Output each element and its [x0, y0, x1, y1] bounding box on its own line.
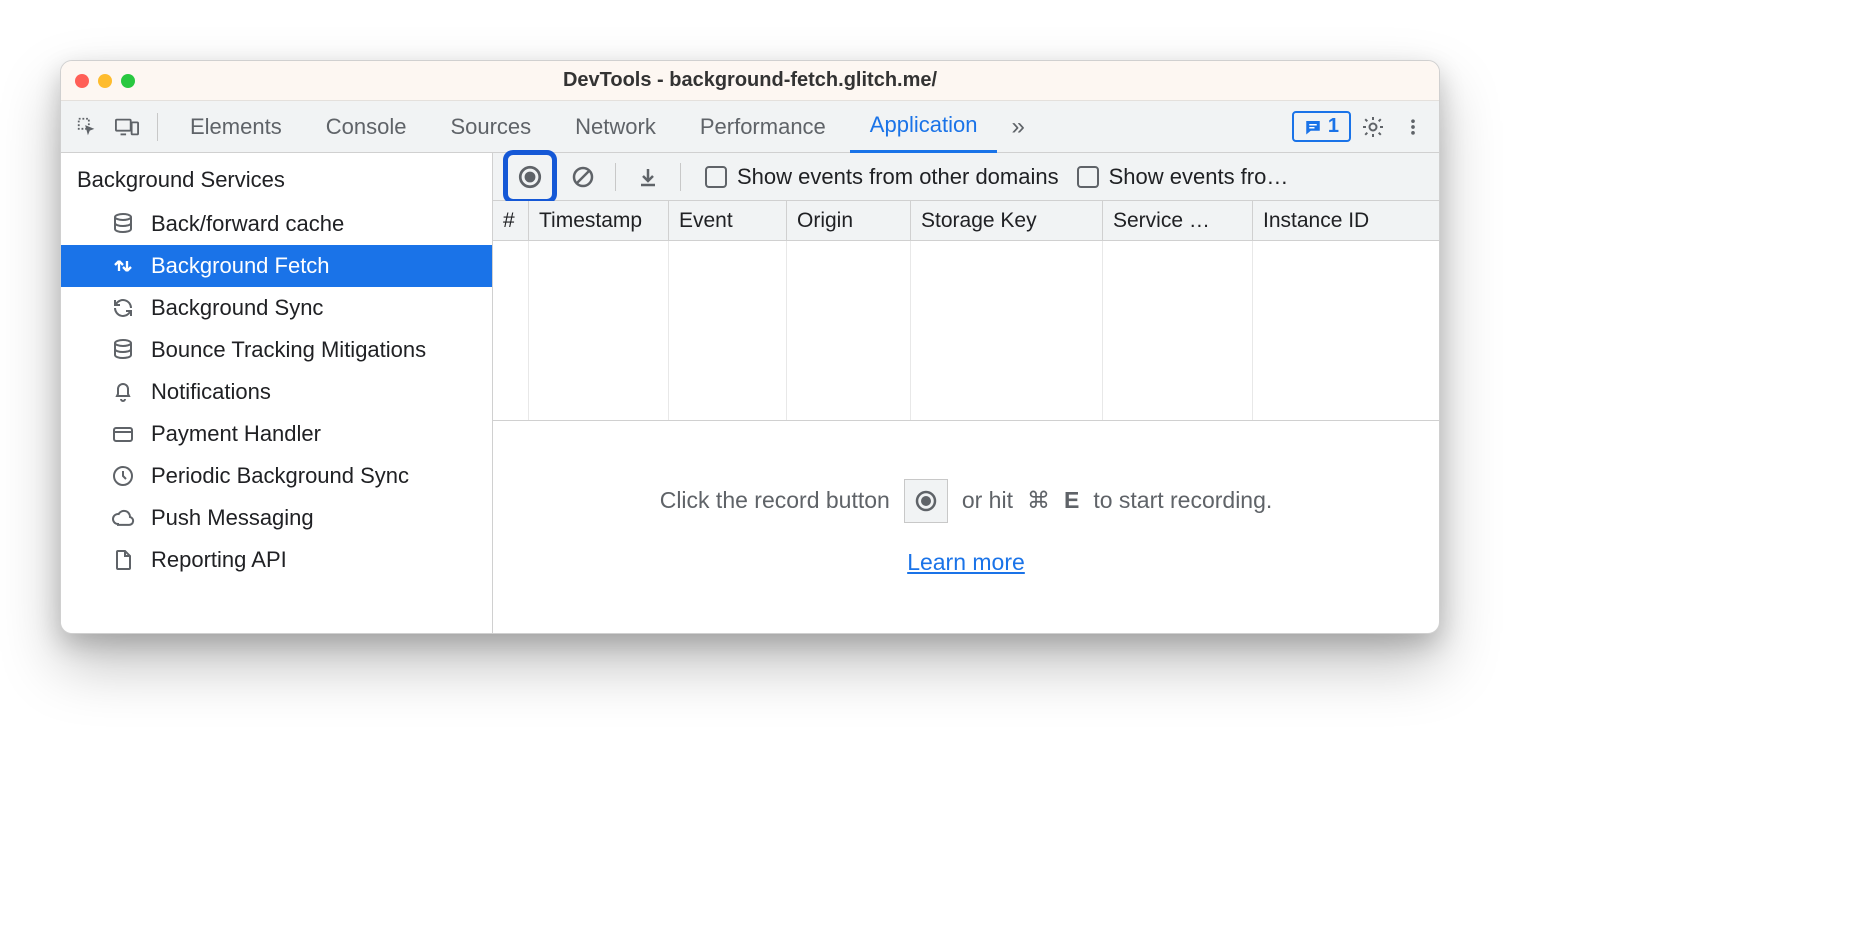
- table-header: # Timestamp Event Origin Storage Key Ser…: [493, 201, 1439, 241]
- bgfetch-icon: [109, 252, 137, 280]
- messages-count: 1: [1328, 115, 1339, 138]
- cloud-icon: [109, 504, 137, 532]
- learn-more-link[interactable]: Learn more: [907, 549, 1025, 576]
- sidebar-item-label: Payment Handler: [151, 421, 321, 447]
- sidebar-item-label: Background Fetch: [151, 253, 330, 279]
- record-icon: [517, 164, 543, 190]
- empty-text-prefix: Click the record button: [660, 487, 890, 514]
- checkbox-label: Show events fro…: [1109, 164, 1289, 190]
- record-button-highlight: [503, 150, 557, 204]
- clear-icon: [571, 165, 595, 189]
- messages-badge[interactable]: 1: [1292, 111, 1351, 142]
- tab-console[interactable]: Console: [306, 101, 427, 153]
- th-timestamp[interactable]: Timestamp: [529, 201, 669, 240]
- toolbar: Show events from other domains Show even…: [493, 153, 1439, 201]
- tab-label: Network: [575, 114, 656, 140]
- sidebar-item-label: Background Sync: [151, 295, 323, 321]
- sidebar: Background Services Back/forward cache B…: [61, 153, 493, 633]
- more-menu-button[interactable]: [1395, 109, 1431, 145]
- sync-icon: [109, 294, 137, 322]
- sidebar-item-label: Notifications: [151, 379, 271, 405]
- tabbar: Elements Console Sources Network Perform…: [61, 101, 1439, 153]
- message-icon: [1304, 118, 1322, 136]
- checkbox-icon: [705, 166, 727, 188]
- settings-button[interactable]: [1355, 109, 1391, 145]
- th-origin[interactable]: Origin: [787, 201, 911, 240]
- titlebar: DevTools - background-fetch.glitch.me/: [61, 61, 1439, 101]
- empty-state: Click the record button or hit ⌘ E to st…: [493, 421, 1439, 633]
- show-other-domains-checkbox[interactable]: Show events from other domains: [705, 164, 1059, 190]
- th-instance-id[interactable]: Instance ID: [1253, 201, 1439, 240]
- inspect-element-icon[interactable]: [69, 109, 105, 145]
- tab-label: Performance: [700, 114, 826, 140]
- th-service-worker[interactable]: Service …: [1103, 201, 1253, 240]
- sidebar-item-label: Back/forward cache: [151, 211, 344, 237]
- divider: [680, 163, 681, 191]
- th-event[interactable]: Event: [669, 201, 787, 240]
- database-icon: [109, 336, 137, 364]
- sidebar-item-background-sync[interactable]: Background Sync: [61, 287, 492, 329]
- th-index[interactable]: #: [493, 201, 529, 240]
- sidebar-item-label: Periodic Background Sync: [151, 463, 409, 489]
- database-icon: [109, 210, 137, 238]
- kebab-icon: [1403, 117, 1423, 137]
- sidebar-item-reporting-api[interactable]: Reporting API: [61, 539, 492, 581]
- inline-record-button[interactable]: [904, 479, 948, 523]
- bell-icon: [109, 378, 137, 406]
- checkbox-icon: [1077, 166, 1099, 188]
- window-title: DevTools - background-fetch.glitch.me/: [61, 69, 1439, 92]
- divider: [615, 163, 616, 191]
- tab-label: Sources: [450, 114, 531, 140]
- checkbox-label: Show events from other domains: [737, 164, 1059, 190]
- sidebar-item-label: Bounce Tracking Mitigations: [151, 337, 426, 363]
- record-button[interactable]: [510, 157, 550, 197]
- tab-sources[interactable]: Sources: [430, 101, 551, 153]
- sidebar-item-payment-handler[interactable]: Payment Handler: [61, 413, 492, 455]
- sidebar-item-bounce-tracking[interactable]: Bounce Tracking Mitigations: [61, 329, 492, 371]
- gear-icon: [1361, 115, 1385, 139]
- payment-icon: [109, 420, 137, 448]
- tab-label: Console: [326, 114, 407, 140]
- file-icon: [109, 546, 137, 574]
- devtools-window: DevTools - background-fetch.glitch.me/ E…: [60, 60, 1440, 634]
- shortcut-symbol: ⌘: [1027, 487, 1050, 514]
- table-body: [493, 241, 1439, 421]
- save-button[interactable]: [630, 159, 666, 195]
- sidebar-item-push-messaging[interactable]: Push Messaging: [61, 497, 492, 539]
- download-icon: [636, 165, 660, 189]
- sidebar-item-back-forward-cache[interactable]: Back/forward cache: [61, 203, 492, 245]
- show-events-from-checkbox[interactable]: Show events fro…: [1077, 164, 1289, 190]
- clock-icon: [109, 462, 137, 490]
- more-tabs-button[interactable]: »: [1001, 113, 1034, 141]
- sidebar-item-periodic-sync[interactable]: Periodic Background Sync: [61, 455, 492, 497]
- tab-network[interactable]: Network: [555, 101, 676, 153]
- tab-performance[interactable]: Performance: [680, 101, 846, 153]
- empty-text-suffix: to start recording.: [1093, 487, 1272, 514]
- tab-label: Elements: [190, 114, 282, 140]
- tab-label: Application: [870, 112, 978, 138]
- tab-application[interactable]: Application: [850, 101, 998, 153]
- sidebar-section-title: Background Services: [61, 153, 492, 203]
- sidebar-item-notifications[interactable]: Notifications: [61, 371, 492, 413]
- clear-button[interactable]: [565, 159, 601, 195]
- empty-message: Click the record button or hit ⌘ E to st…: [660, 479, 1273, 523]
- main-panel: Show events from other domains Show even…: [493, 153, 1439, 633]
- panel-body: Background Services Back/forward cache B…: [61, 153, 1439, 633]
- empty-text-mid: or hit: [962, 487, 1013, 514]
- sidebar-item-label: Reporting API: [151, 547, 287, 573]
- record-icon: [914, 489, 938, 513]
- sidebar-item-label: Push Messaging: [151, 505, 314, 531]
- tab-elements[interactable]: Elements: [170, 101, 302, 153]
- device-toolbar-icon[interactable]: [109, 109, 145, 145]
- shortcut-key: E: [1064, 487, 1079, 514]
- sidebar-item-background-fetch[interactable]: Background Fetch: [61, 245, 492, 287]
- th-storage-key[interactable]: Storage Key: [911, 201, 1103, 240]
- divider: [157, 113, 158, 141]
